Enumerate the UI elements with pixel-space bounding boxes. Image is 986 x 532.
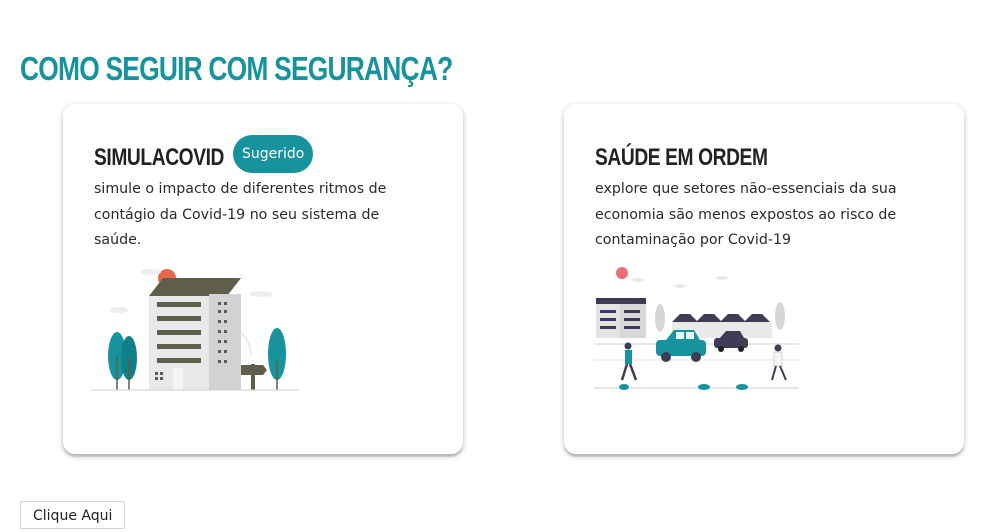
simulacovid-card[interactable]: SIMULACOVID Sugerido simule o impacto de… — [63, 104, 463, 454]
card-title: SAÚDE EM ORDEM — [595, 144, 768, 171]
city-street-illustration — [594, 267, 799, 390]
page-title: COMO SEGUIR COM SEGURANÇA? — [20, 50, 453, 88]
card-description: explore que setores não-essenciais da su… — [595, 181, 897, 248]
card-title: SIMULACOVID — [94, 144, 224, 171]
suggested-badge: Sugerido — [233, 135, 314, 173]
saude-em-ordem-card[interactable]: SAÚDE EM ORDEM explore que setores não-e… — [564, 104, 964, 454]
click-here-button[interactable]: Clique Aqui — [20, 501, 126, 529]
card-description: simule o impacto de diferentes ritmos de… — [94, 181, 387, 248]
hospital-building-illustration — [91, 269, 299, 391]
